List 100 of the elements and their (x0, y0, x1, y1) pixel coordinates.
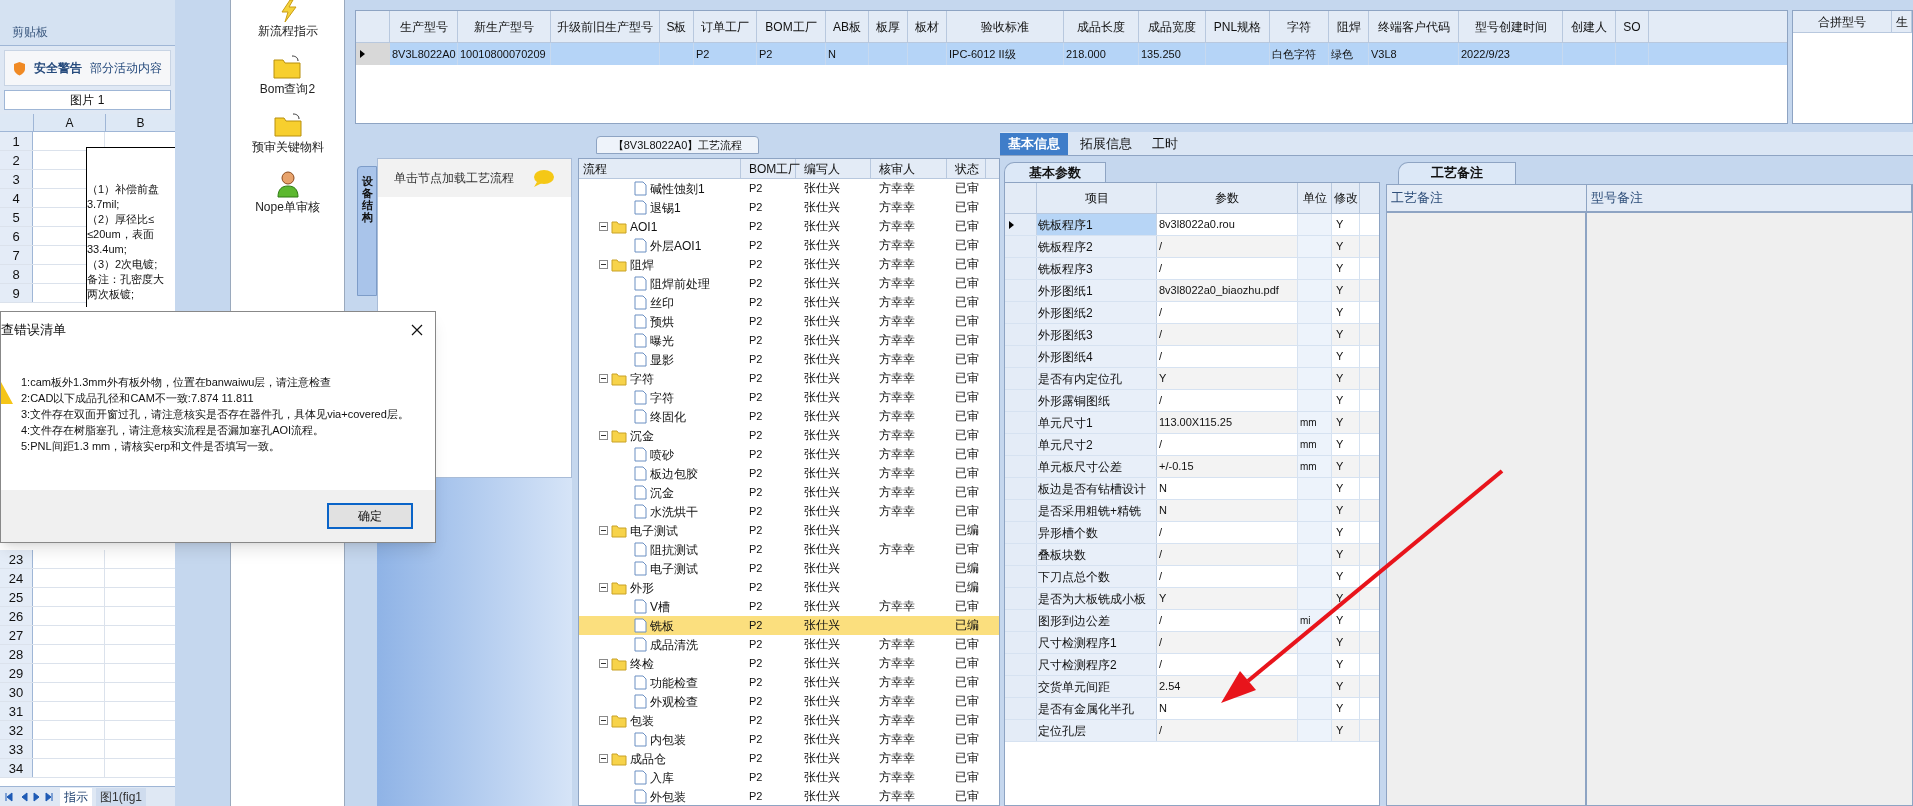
column-header[interactable]: 合拼型号 (1793, 11, 1893, 32)
row-header[interactable]: 27 (0, 626, 33, 644)
parameter-name-cell[interactable]: 叠板块数 (1037, 544, 1157, 565)
parameter-row[interactable]: 叠板块数 / Y (1005, 544, 1379, 566)
column-header[interactable]: 单位 (1298, 183, 1332, 213)
parameter-name-cell[interactable]: 异形槽个数 (1037, 522, 1157, 543)
column-header[interactable]: 生产型号 (390, 11, 458, 42)
column-header[interactable]: 创建人 (1563, 11, 1616, 42)
row-header[interactable]: 23 (0, 550, 33, 568)
column-header[interactable]: 核审人 (871, 159, 947, 178)
row-header[interactable]: 6 (0, 227, 33, 245)
collapse-icon[interactable] (599, 431, 608, 440)
column-header[interactable]: 升级前旧生产型号 (551, 11, 660, 42)
collapse-icon[interactable] (599, 260, 608, 269)
tree-row[interactable]: 铣板 P2 张仕兴 已编 (579, 616, 999, 635)
parameter-row[interactable]: 图形到边公差 / mi Y (1005, 610, 1379, 632)
row-header[interactable]: 28 (0, 645, 33, 663)
column-header[interactable]: 型号备注 (1587, 185, 1912, 211)
parameter-row[interactable]: 外形露铜图纸 / Y (1005, 390, 1379, 412)
sheet-navigation-icon[interactable] (4, 791, 56, 802)
row-header[interactable]: 26 (0, 607, 33, 625)
column-header[interactable]: 项目 (1037, 183, 1157, 213)
collapse-icon[interactable] (599, 754, 608, 763)
section-tab[interactable]: 基本参数 (1004, 162, 1106, 182)
column-header[interactable]: 验收标准 (947, 11, 1064, 42)
column-header[interactable]: 参数 (1157, 183, 1298, 213)
collapse-icon[interactable] (599, 659, 608, 668)
ok-button[interactable]: 确定 (327, 503, 413, 529)
column-header[interactable]: A (33, 114, 105, 131)
parameter-name-cell[interactable]: 板边是否有钻槽设计 (1037, 478, 1157, 499)
parameter-name-cell[interactable]: 外形露铜图纸 (1037, 390, 1157, 411)
collapse-icon[interactable] (599, 526, 608, 535)
column-header[interactable]: PNL规格 (1206, 11, 1270, 42)
row-header[interactable]: 33 (0, 740, 33, 758)
row-header[interactable]: 1 (0, 132, 33, 150)
column-header[interactable]: 终端客户代码 (1369, 11, 1459, 42)
parameter-name-cell[interactable]: 下刀点总个数 (1037, 566, 1157, 587)
parameter-name-cell[interactable]: 是否采用粗铣+精铣 (1037, 500, 1157, 521)
column-header[interactable]: AB板 (826, 11, 869, 42)
parameter-name-cell[interactable]: 单元尺寸2 (1037, 434, 1157, 455)
row-header[interactable]: 4 (0, 189, 33, 207)
toolbar-button[interactable]: Nope单审核 (255, 170, 320, 216)
parameter-row[interactable]: 外形图纸4 / Y (1005, 346, 1379, 368)
row-header[interactable]: 5 (0, 208, 33, 226)
parameter-row[interactable]: 是否有金属化半孔 N Y (1005, 698, 1379, 720)
column-header[interactable]: 订单工厂 (694, 11, 757, 42)
column-header[interactable]: 成品宽度 (1139, 11, 1206, 42)
row-header[interactable]: 29 (0, 664, 33, 682)
parameter-row[interactable]: 单元板尺寸公差 +/-0.15 mm Y (1005, 456, 1379, 478)
parameter-row[interactable]: 铣板程序1 8v3l8022a0.rou Y (1005, 214, 1379, 236)
row-header[interactable]: 30 (0, 683, 33, 701)
parameter-name-cell[interactable]: 是否为大板铣成小板 (1037, 588, 1157, 609)
parameter-row[interactable]: 定位孔层 / Y (1005, 720, 1379, 742)
column-header[interactable]: 状态 (947, 159, 986, 178)
row-header[interactable]: 24 (0, 569, 33, 587)
parameter-name-cell[interactable]: 铣板程序1 (1037, 214, 1157, 235)
parameter-row[interactable]: 交货单元间距 2.54 Y (1005, 676, 1379, 698)
name-box[interactable]: 图片 1 (4, 90, 171, 110)
parameter-row[interactable]: 尺寸检测程序1 / Y (1005, 632, 1379, 654)
column-header[interactable]: 修改 (1332, 183, 1360, 213)
row-header[interactable]: 9 (0, 284, 33, 302)
parameter-row[interactable]: 铣板程序2 / Y (1005, 236, 1379, 258)
column-header[interactable]: 新生产型号 (458, 11, 551, 42)
collapse-icon[interactable] (599, 583, 608, 592)
column-header[interactable]: 板材 (908, 11, 947, 42)
table-row[interactable]: 8V3L8022A0 10010800070209 P2 P2 N IPC-6012 II级 218.000 135.250 白色字符 绿色 V3L8 2022/9/23 (356, 43, 1787, 65)
parameter-name-cell[interactable]: 单元板尺寸公差 (1037, 456, 1157, 477)
parameter-row[interactable]: 板边是否有钻槽设计 N Y (1005, 478, 1379, 500)
section-tab[interactable]: 工艺备注 (1398, 162, 1516, 184)
parameter-name-cell[interactable]: 图形到边公差 (1037, 610, 1157, 631)
tab[interactable]: 拓展信息 (1072, 133, 1140, 155)
parameter-row[interactable]: 是否为大板铣成小板 Y Y (1005, 588, 1379, 610)
parameter-name-cell[interactable]: 是否有内定位孔 (1037, 368, 1157, 389)
column-header[interactable]: BOM工厂 (757, 11, 826, 42)
parameter-row[interactable]: 是否采用粗铣+精铣 N Y (1005, 500, 1379, 522)
sheet-tab[interactable]: 图1(fig1 (96, 787, 147, 806)
sheet-tab[interactable]: 指示 (60, 787, 92, 806)
column-header[interactable]: S板 (660, 11, 694, 42)
parameter-name-cell[interactable]: 铣板程序3 (1037, 258, 1157, 279)
parameter-name-cell[interactable]: 是否有金属化半孔 (1037, 698, 1157, 719)
column-header[interactable]: 成品长度 (1064, 11, 1139, 42)
parameter-row[interactable]: 是否有内定位孔 Y Y (1005, 368, 1379, 390)
column-header[interactable]: SO (1616, 11, 1649, 42)
row-header[interactable]: 7 (0, 246, 33, 264)
parameter-row[interactable]: 异形槽个数 / Y (1005, 522, 1379, 544)
parameter-row[interactable]: 外形图纸1 8v3l8022a0_biaozhu.pdf Y (1005, 280, 1379, 302)
row-header[interactable]: 31 (0, 702, 33, 720)
parameter-row[interactable]: 尺寸检测程序2 / Y (1005, 654, 1379, 676)
toolbar-button[interactable]: 预审关键物料 (251, 112, 324, 156)
collapse-icon[interactable] (599, 716, 608, 725)
row-header[interactable] (1005, 214, 1037, 235)
row-header[interactable]: 2 (0, 151, 33, 169)
tab[interactable]: 工时 (1144, 133, 1186, 155)
toolbar-button[interactable]: 新流程指示 (257, 0, 318, 40)
row-header[interactable]: 25 (0, 588, 33, 606)
column-header[interactable]: 型号创建时间 (1459, 11, 1563, 42)
parameter-name-cell[interactable]: 尺寸检测程序1 (1037, 632, 1157, 653)
parameter-name-cell[interactable]: 尺寸检测程序2 (1037, 654, 1157, 675)
collapse-icon[interactable] (599, 374, 608, 383)
parameter-row[interactable]: 单元尺寸2 / mm Y (1005, 434, 1379, 456)
